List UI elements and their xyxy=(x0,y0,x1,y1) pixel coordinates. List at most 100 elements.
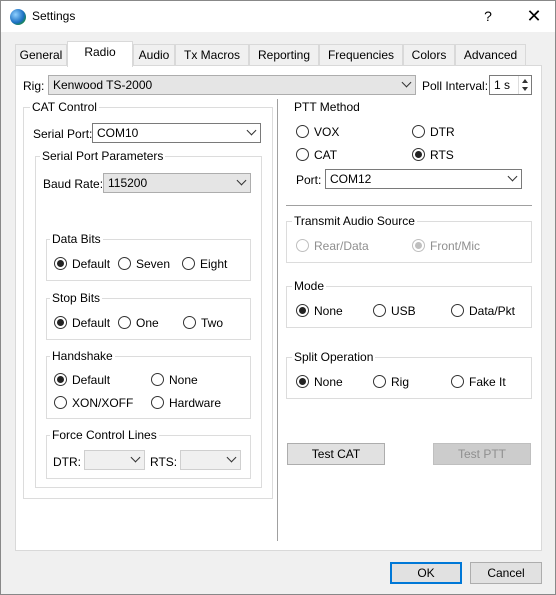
serial-port-label: Serial Port: xyxy=(33,127,93,141)
rig-select[interactable]: Kenwood TS-2000 xyxy=(48,75,416,95)
handshake-default-radio[interactable] xyxy=(54,373,67,386)
split-rig-radio[interactable] xyxy=(373,375,386,388)
rts-label: RTS: xyxy=(150,455,178,469)
ok-button[interactable]: OK xyxy=(390,562,462,584)
cancel-button[interactable]: Cancel xyxy=(470,562,542,584)
spin-up-icon[interactable] xyxy=(522,79,528,83)
ptt-rts-label[interactable]: RTS xyxy=(430,148,454,162)
split-fakeit-radio[interactable] xyxy=(451,375,464,388)
poll-interval-label: Poll Interval: xyxy=(422,79,489,93)
rts-select[interactable] xyxy=(180,450,241,470)
tx-audio-rear-radio[interactable] xyxy=(296,239,309,252)
rig-label: Rig: xyxy=(23,79,45,93)
split-rig-label[interactable]: Rig xyxy=(391,375,409,389)
handshake-none-radio[interactable] xyxy=(151,373,164,386)
baud-rate-value: 115200 xyxy=(108,176,148,190)
data-bits-eight-label[interactable]: Eight xyxy=(200,257,227,271)
mode-none-radio[interactable] xyxy=(296,304,309,317)
handshake-xonxoff-label[interactable]: XON/XOFF xyxy=(72,396,133,410)
tab-reporting[interactable]: Reporting xyxy=(249,44,319,66)
serial-port-value: COM10 xyxy=(97,126,139,140)
mode-usb-radio[interactable] xyxy=(373,304,386,317)
handshake-none-label[interactable]: None xyxy=(169,373,198,387)
chevron-down-icon xyxy=(130,452,141,463)
ptt-dtr-radio[interactable] xyxy=(412,125,425,138)
poll-interval-spinbox[interactable]: 1 s xyxy=(489,75,532,95)
help-button[interactable]: ? xyxy=(471,1,505,32)
stop-bits-title: Stop Bits xyxy=(50,291,103,305)
handshake-default-label[interactable]: Default xyxy=(72,373,110,387)
title-bar: Settings ? ✕ xyxy=(1,1,555,32)
split-none-radio[interactable] xyxy=(296,375,309,388)
tx-audio-source-title: Transmit Audio Source xyxy=(292,214,417,228)
data-bits-seven-radio[interactable] xyxy=(118,257,131,270)
chevron-down-icon xyxy=(236,175,247,186)
chevron-down-icon xyxy=(507,171,518,182)
stop-bits-one-label[interactable]: One xyxy=(136,316,159,330)
mode-title: Mode xyxy=(292,279,327,293)
poll-interval-value: 1 s xyxy=(494,78,511,92)
ptt-vox-label[interactable]: VOX xyxy=(314,125,339,139)
data-bits-default-radio[interactable] xyxy=(54,257,67,270)
split-fakeit-label[interactable]: Fake It xyxy=(469,375,506,389)
settings-window: Settings ? ✕ General Radio Audio Tx Macr… xyxy=(0,0,556,595)
tab-advanced[interactable]: Advanced xyxy=(455,44,526,66)
tx-audio-rear-label[interactable]: Rear/Data xyxy=(314,239,369,253)
data-bits-default-label[interactable]: Default xyxy=(72,257,110,271)
ptt-cat-radio[interactable] xyxy=(296,148,309,161)
chevron-down-icon xyxy=(226,452,237,463)
tx-audio-front-label[interactable]: Front/Mic xyxy=(430,239,480,253)
data-bits-title: Data Bits xyxy=(50,232,103,246)
spin-down-icon[interactable] xyxy=(522,87,528,91)
stop-bits-default-radio[interactable] xyxy=(54,316,67,329)
ptt-rts-radio[interactable] xyxy=(412,148,425,161)
tab-general[interactable]: General xyxy=(15,44,67,66)
chevron-down-icon xyxy=(401,77,412,88)
handshake-xonxoff-radio[interactable] xyxy=(54,396,67,409)
mode-none-label[interactable]: None xyxy=(314,304,343,318)
ptt-divider xyxy=(286,205,532,206)
handshake-title: Handshake xyxy=(50,349,115,363)
split-none-label[interactable]: None xyxy=(314,375,343,389)
ptt-vox-radio[interactable] xyxy=(296,125,309,138)
close-button[interactable]: ✕ xyxy=(514,1,554,32)
ptt-method-title: PTT Method xyxy=(294,100,360,114)
ptt-port-label: Port: xyxy=(296,173,322,187)
stop-bits-two-radio[interactable] xyxy=(183,316,196,329)
serial-port-params-title: Serial Port Parameters xyxy=(40,149,166,163)
tx-audio-front-radio[interactable] xyxy=(412,239,425,252)
split-operation-title: Split Operation xyxy=(292,350,376,364)
chevron-down-icon xyxy=(246,125,257,136)
tab-radio[interactable]: Radio xyxy=(67,41,133,67)
handshake-hardware-label[interactable]: Hardware xyxy=(169,396,221,410)
dtr-label: DTR: xyxy=(53,455,81,469)
test-ptt-button[interactable]: Test PTT xyxy=(433,443,531,465)
baud-rate-select[interactable]: 115200 xyxy=(103,173,251,193)
mode-usb-label[interactable]: USB xyxy=(391,304,416,318)
globe-icon xyxy=(10,9,26,25)
tab-frequencies[interactable]: Frequencies xyxy=(319,44,403,66)
tab-colors[interactable]: Colors xyxy=(403,44,455,66)
stop-bits-two-label[interactable]: Two xyxy=(201,316,223,330)
rig-value: Kenwood TS-2000 xyxy=(53,78,153,92)
test-cat-button[interactable]: Test CAT xyxy=(287,443,385,465)
tab-audio[interactable]: Audio xyxy=(133,44,175,66)
serial-port-select[interactable]: COM10 xyxy=(92,123,261,143)
stop-bits-one-radio[interactable] xyxy=(118,316,131,329)
window-title: Settings xyxy=(32,9,76,23)
ptt-port-select[interactable]: COM12 xyxy=(325,169,522,189)
spin-buttons[interactable] xyxy=(518,76,531,94)
ptt-dtr-label[interactable]: DTR xyxy=(430,125,455,139)
tab-tx-macros[interactable]: Tx Macros xyxy=(175,44,249,66)
mode-datapkt-label[interactable]: Data/Pkt xyxy=(469,304,515,318)
vertical-divider xyxy=(277,99,278,541)
ptt-cat-label[interactable]: CAT xyxy=(314,148,337,162)
handshake-hardware-radio[interactable] xyxy=(151,396,164,409)
cat-control-title: CAT Control xyxy=(30,100,99,114)
ptt-port-value: COM12 xyxy=(330,172,372,186)
data-bits-eight-radio[interactable] xyxy=(182,257,195,270)
stop-bits-default-label[interactable]: Default xyxy=(72,316,110,330)
dtr-select[interactable] xyxy=(84,450,145,470)
mode-datapkt-radio[interactable] xyxy=(451,304,464,317)
data-bits-seven-label[interactable]: Seven xyxy=(136,257,170,271)
